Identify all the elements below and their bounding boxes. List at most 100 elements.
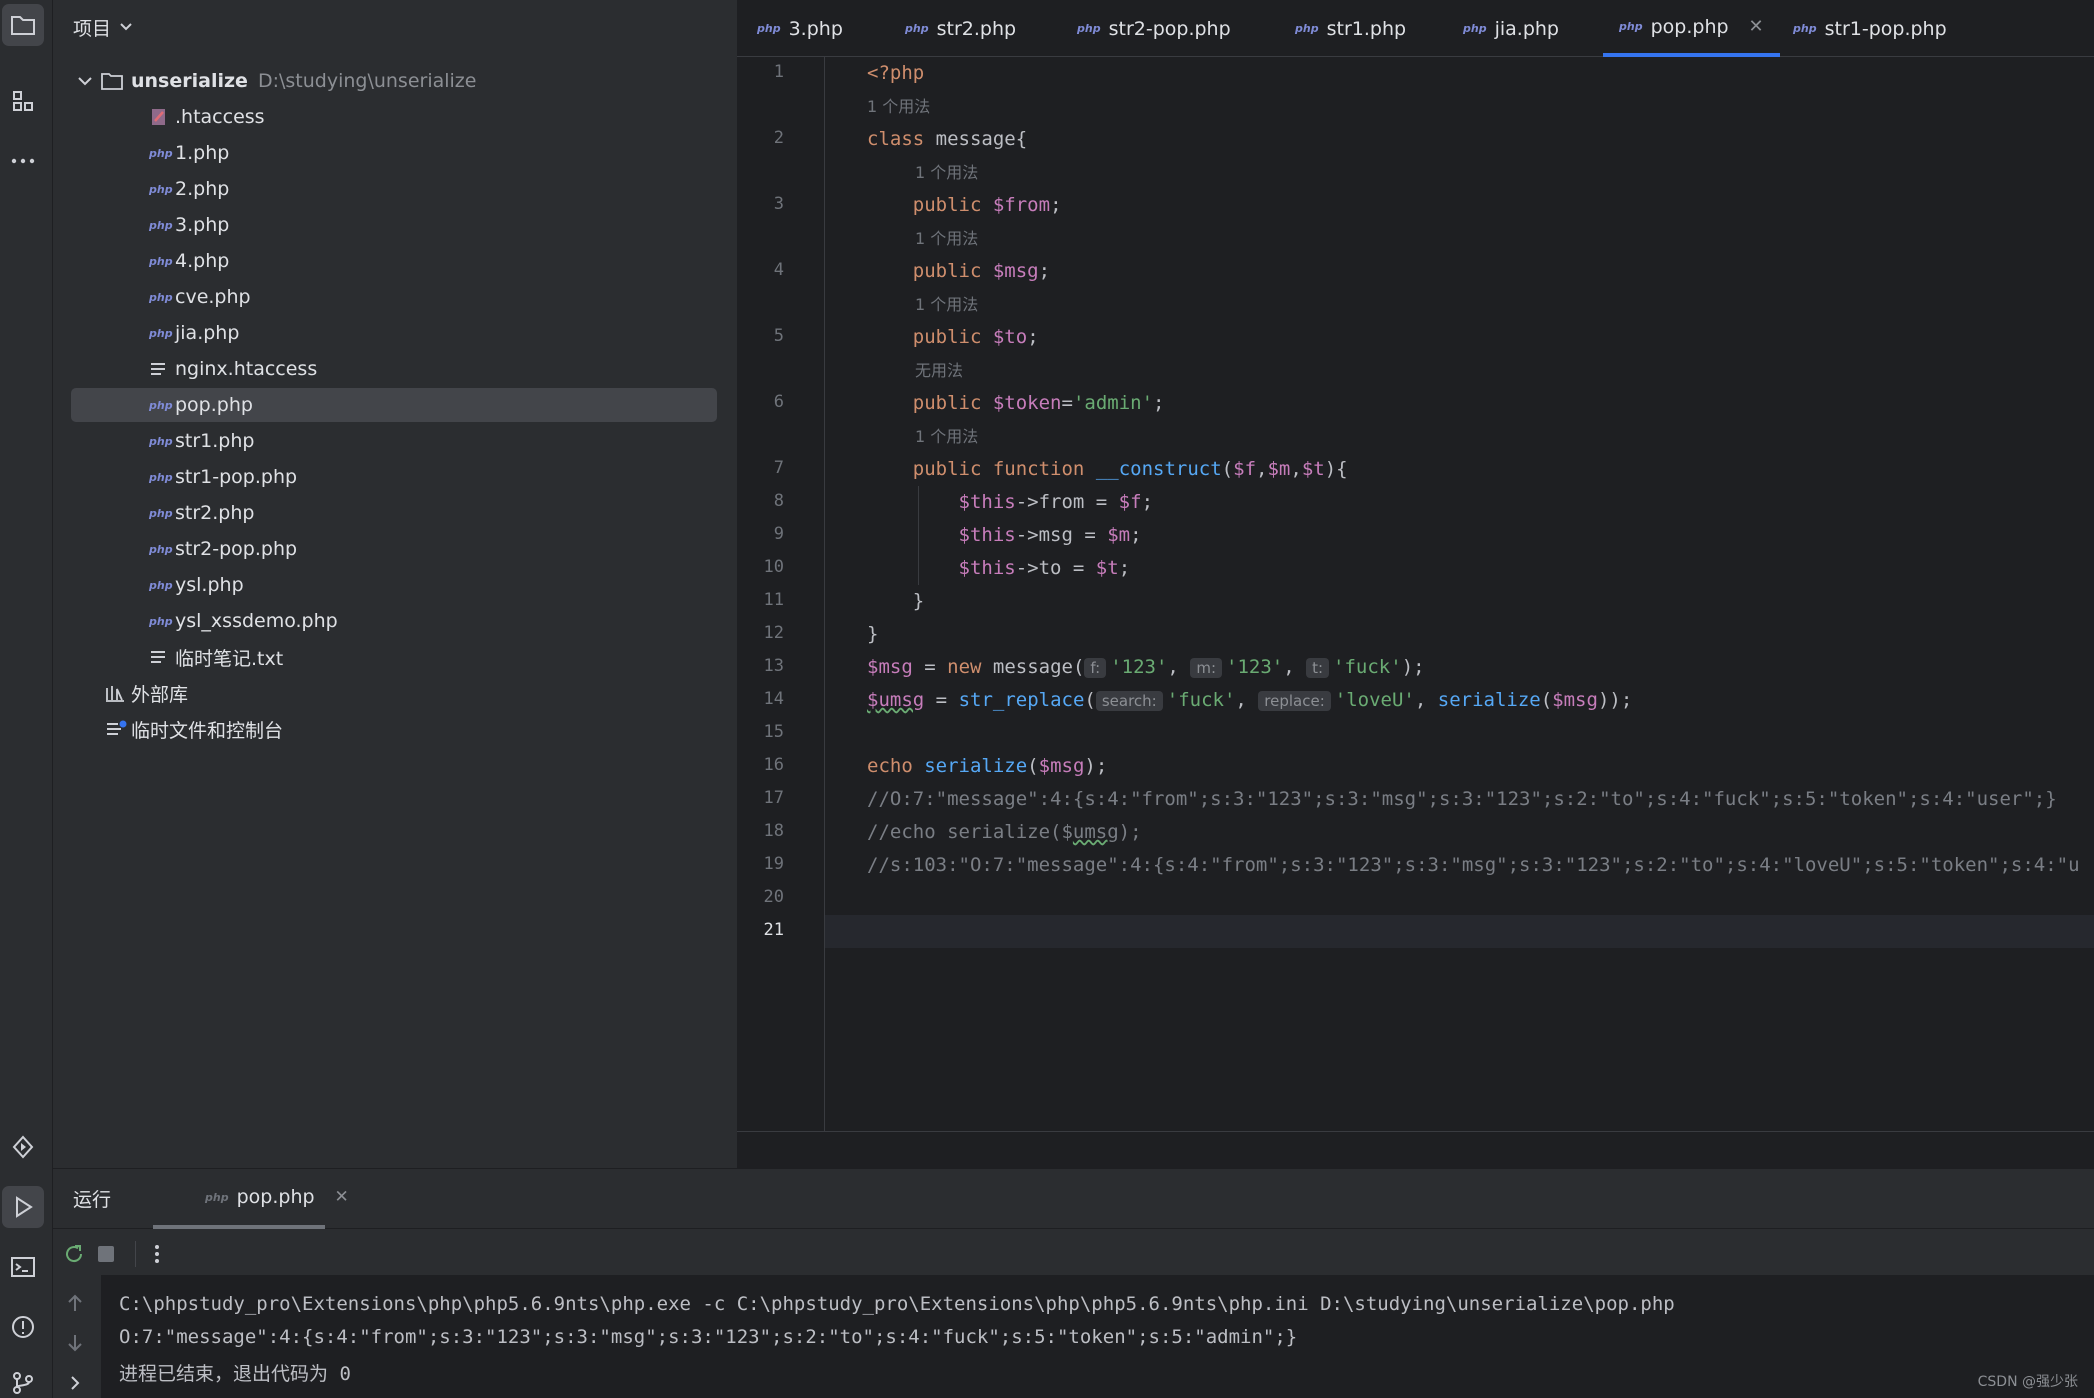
tree-file-notes-txt[interactable]: 临时笔记.txt [71,640,717,674]
console-output[interactable]: C:\phpstudy_pro\Extensions\php\php5.6.9n… [101,1275,2094,1398]
tree-file-4-php[interactable]: php 4.php [71,244,717,278]
tree-file-label: 临时笔记.txt [175,647,284,670]
tab-label: str2.php [936,17,1017,40]
tree-file-label: 3.php [175,214,230,236]
tree-file-3-php[interactable]: php 3.php [71,208,717,242]
chevron-right-icon[interactable] [69,1375,81,1391]
tree-file-htaccess[interactable]: .htaccess [71,100,717,134]
usage-hint[interactable]: 1 个用法 [867,90,930,123]
project-tool-button[interactable] [2,4,44,46]
code-line-9: $this->msg = $m; [958,524,1142,546]
tab-str2-pop-php[interactable]: php str2-pop.php [1077,0,1231,57]
tree-label: 临时文件和控制台 [131,719,284,742]
tree-file-str2-php[interactable]: php str2.php [71,496,717,530]
htaccess-icon [149,107,175,127]
tab-str1-php[interactable]: php str1.php [1295,0,1406,57]
param-hint: m: [1190,658,1222,678]
problems-tool-button[interactable] [2,1306,44,1348]
code-line-4: public $msg; [912,260,1051,282]
line-number: 20 [763,887,784,907]
run-tab-pop-php[interactable]: php pop.php ✕ [153,1169,349,1229]
more-tools-button[interactable] [2,140,44,182]
tree-file-pop-php[interactable]: php pop.php [71,388,717,422]
php-file-icon: php [905,22,929,35]
php-file-icon: php [149,146,173,160]
tree-root-unserialize[interactable]: unserialize D:\studying\unserialize [71,64,717,98]
tab-label: str2-pop.php [1108,17,1231,40]
folder-icon [101,73,123,90]
php-file-icon: php [149,578,173,592]
tree-file-str1-pop-php[interactable]: php str1-pop.php [71,460,717,494]
arrow-up-icon[interactable] [67,1293,83,1313]
tree-file-1-php[interactable]: php 1.php [71,136,717,170]
more-vertical-icon[interactable] [153,1243,161,1265]
usage-hint[interactable]: 1 个用法 [915,420,978,453]
tree-file-cve-php[interactable]: php cve.php [71,280,717,314]
project-panel-title: 项目 [73,17,112,40]
activity-bar [0,0,53,1398]
tab-3-php[interactable]: php 3.php [757,0,843,57]
tab-str2-php[interactable]: php str2.php [905,0,1016,57]
tree-file-label: ysl.php [175,574,244,596]
tree-label: 外部库 [131,683,189,706]
tab-pop-php[interactable]: php pop.php ✕ [1603,0,1780,57]
code-line-10: $this->to = $t; [958,557,1131,579]
rerun-icon[interactable] [63,1243,85,1265]
tree-root-name: unserialize [131,70,248,92]
library-icon [105,684,131,702]
chevron-down-icon[interactable] [77,75,93,87]
watermark: CSDN @强少张 [1977,1374,2078,1390]
code-line-18: //echo serialize($umsg); [867,821,1142,843]
structure-tool-button[interactable] [2,80,44,122]
arrow-down-icon[interactable] [67,1333,83,1353]
tree-root-path: D:\studying\unserialize [257,70,477,92]
tree-file-str1-php[interactable]: php str1.php [71,424,717,458]
vcs-tool-button[interactable] [2,1362,44,1398]
line-number-gutter: 1 2 3 4 5 6 7 8 9 10 11 12 13 14 15 16 1… [737,57,825,1132]
tree-scratches-consoles[interactable]: 临时文件和控制台 [71,712,717,746]
php-file-icon: php [149,182,173,196]
run-panel: 运行 php pop.php ✕ C:\phpstudy_pro\Extensi… [53,1168,2094,1398]
line-number: 2 [773,128,784,148]
line-number: 16 [763,755,784,775]
tree-file-jia-php[interactable]: php jia.php [71,316,717,350]
text-file-icon [149,361,175,377]
editor-tabbar: php 3.php php str2.php php str2-pop.php … [737,0,2094,57]
close-icon[interactable]: ✕ [1749,16,1764,37]
terminal-tool-button[interactable] [2,1246,44,1288]
code-line-1: <?php [867,62,925,84]
run-tool-button[interactable] [2,1186,44,1228]
line-number: 9 [773,524,784,544]
tree-file-2-php[interactable]: php 2.php [71,172,717,206]
tree-file-label: str2-pop.php [175,538,298,560]
php-file-icon: php [149,614,173,628]
services-tool-button[interactable] [2,1126,44,1168]
php-file-icon: php [149,506,173,520]
tree-external-libraries[interactable]: 外部库 [71,676,717,710]
tab-jia-php[interactable]: php jia.php [1463,0,1559,57]
code-editor: php 3.php php str2.php php str2-pop.php … [737,0,2094,1168]
ide-window: 项目 unserialize D:\studying\unserialize .… [0,0,2094,1398]
usage-hint[interactable]: 1 个用法 [915,222,978,255]
code-line-11: } [912,590,925,612]
close-icon[interactable]: ✕ [335,1187,349,1207]
tree-file-ysl-php[interactable]: php ysl.php [71,568,717,602]
code-text-area[interactable]: <?php 1 个用法 class message{ 1 个用法 public … [825,57,2094,1132]
stop-icon[interactable] [97,1245,115,1263]
tree-file-str2-pop-php[interactable]: php str2-pop.php [71,532,717,566]
line-number: 12 [763,623,784,643]
php-file-icon: php [1077,22,1101,35]
usage-hint[interactable]: 无用法 [915,354,963,387]
tab-str1-pop-php[interactable]: php str1-pop.php [1793,0,1947,57]
line-number-current: 21 [763,920,784,940]
tree-file-ysl-xssdemo-php[interactable]: php ysl_xssdemo.php [71,604,717,638]
usage-hint[interactable]: 1 个用法 [915,156,978,189]
tree-file-nginx-htaccess[interactable]: nginx.htaccess [71,352,717,386]
project-panel-header[interactable]: 项目 [73,12,133,42]
line-number: 18 [763,821,784,841]
line-number: 4 [773,260,784,280]
code-line-2: class message{ [867,128,1028,150]
toolbar-divider [135,1241,136,1267]
usage-hint[interactable]: 1 个用法 [915,288,978,321]
code-line-6: public $token='admin'; [912,392,1165,414]
